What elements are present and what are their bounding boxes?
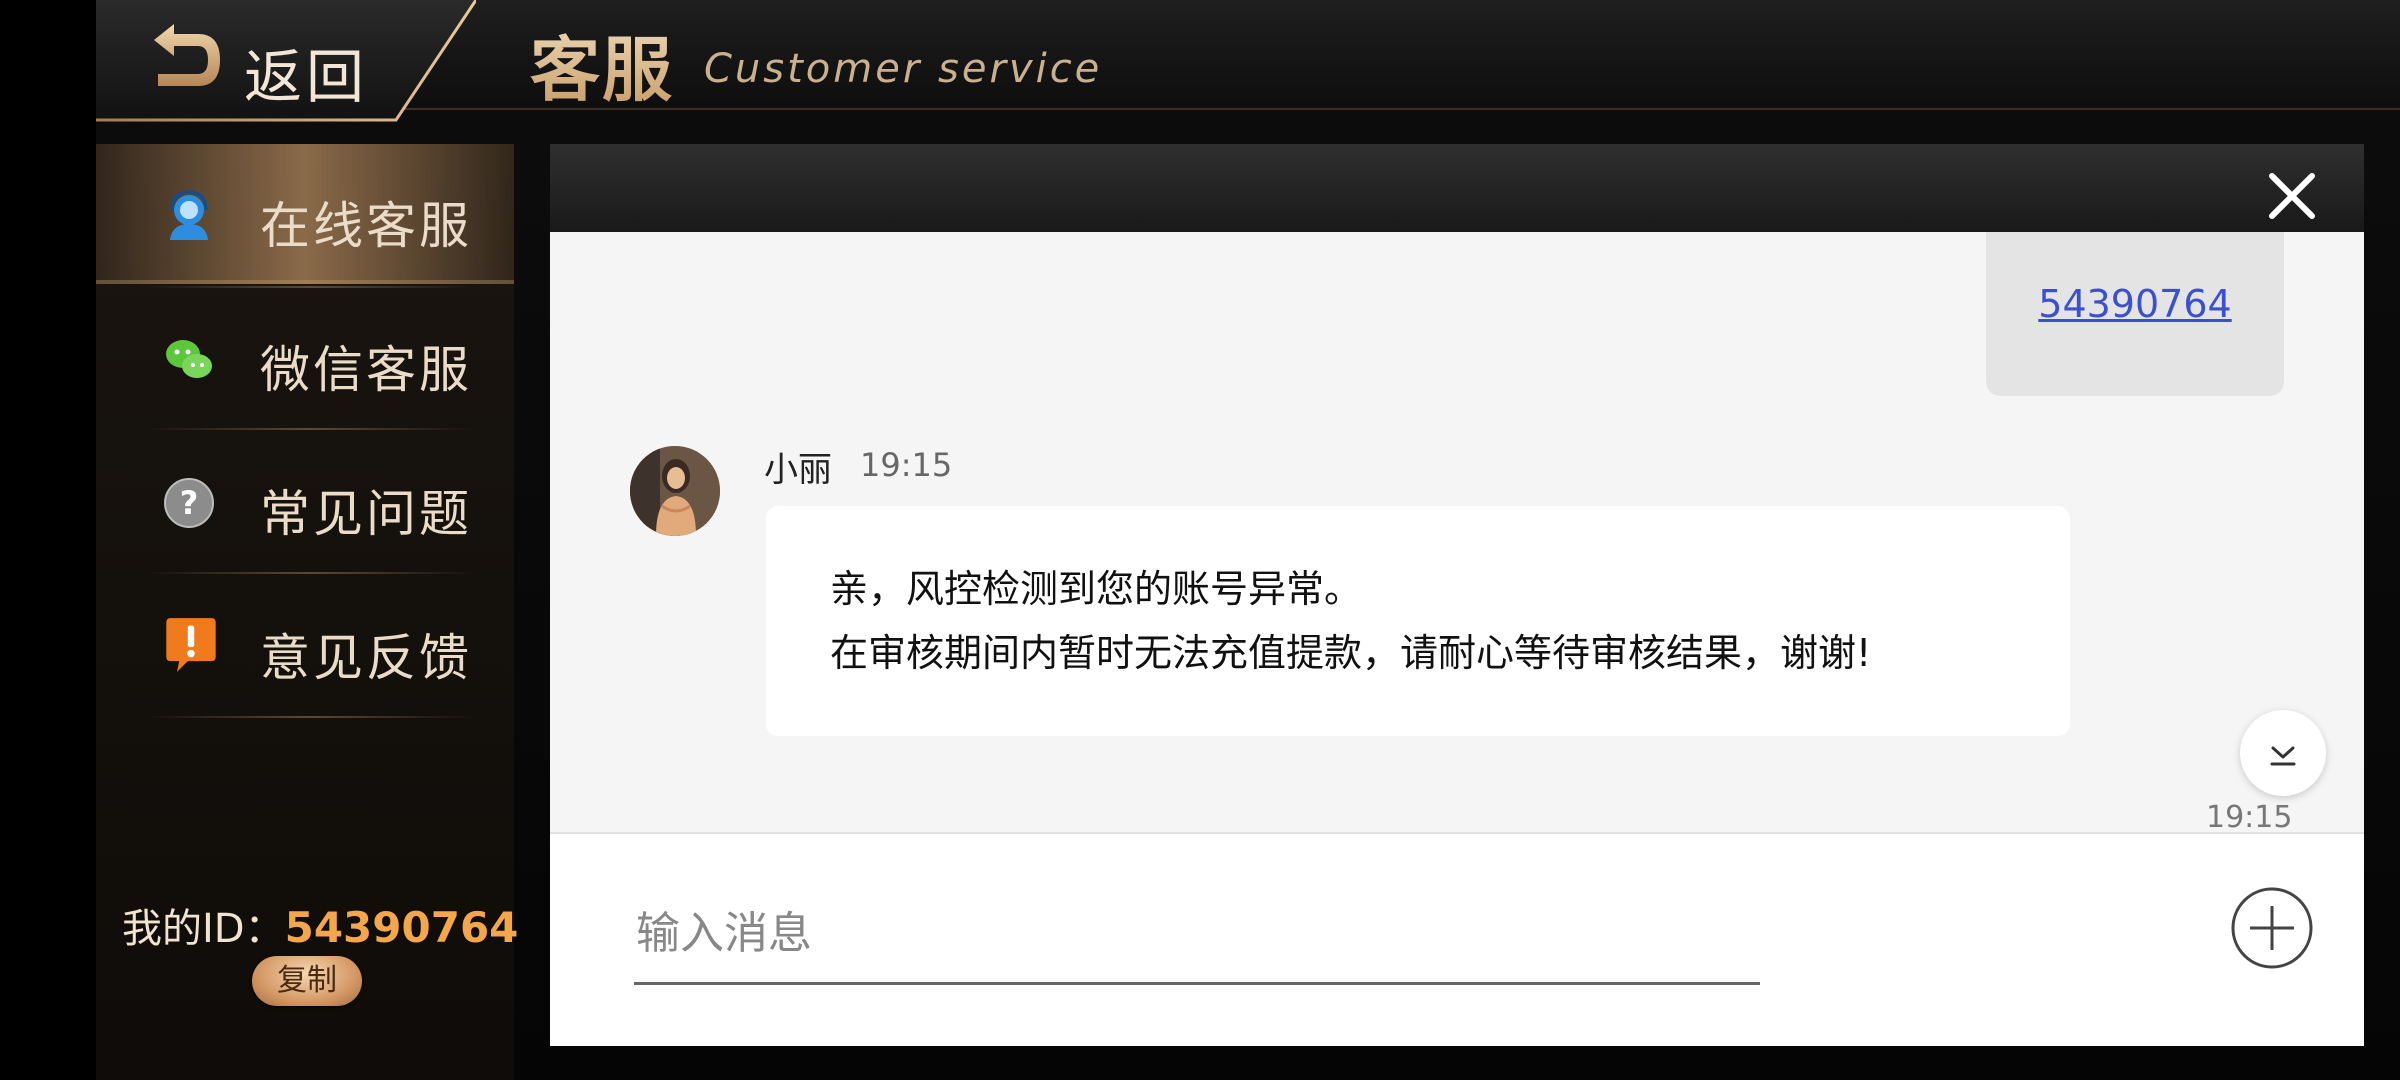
chevron-down-icon — [2270, 746, 2296, 766]
scroll-to-bottom-button[interactable] — [2240, 710, 2326, 796]
message-composer — [550, 832, 2364, 1046]
back-label: 返回 — [244, 43, 369, 111]
back-button[interactable]: 返回 — [96, 0, 476, 122]
message-line: 亲，风控检测到您的账号异常。 — [830, 567, 1363, 611]
sidebar-item-label: 常见问题 — [260, 485, 472, 543]
customer-service-screen: 返回 客服 Customer service 在线客服 微信客服 ? 常见问题 … — [96, 0, 2400, 1080]
sidebar-divider — [146, 572, 476, 574]
sidebar-item-feedback[interactable]: 意见反馈 — [96, 576, 514, 716]
copy-id-button[interactable]: 复制 — [252, 956, 362, 1006]
wechat-icon — [166, 340, 212, 378]
agent-name: 小丽 — [764, 450, 832, 490]
back-arrow-icon — [154, 24, 220, 86]
sidebar-item-label: 意见反馈 — [260, 629, 472, 687]
sidebar-divider — [146, 428, 476, 430]
my-id-label: 我的ID： — [122, 906, 285, 952]
sidebar-item-online-service[interactable]: 在线客服 — [96, 144, 514, 284]
avatar[interactable] — [630, 446, 720, 536]
feedback-icon — [166, 618, 216, 672]
page-title: 客服 — [530, 14, 674, 115]
page-subtitle: Customer service — [704, 46, 1103, 92]
sidebar-item-label: 在线客服 — [260, 197, 472, 255]
chat-panel: 54390764 小丽 19:15 亲，风控检测到您的账号异常。 在审核期间内暂… — [550, 144, 2364, 1046]
svg-text:?: ? — [180, 484, 199, 522]
close-icon[interactable] — [2266, 170, 2318, 222]
bottom-timestamp: 19:15 — [2206, 800, 2293, 832]
agent-message-bubble: 亲，风控检测到您的账号异常。 在审核期间内暂时无法充值提款，请耐心等待审核结果，… — [766, 506, 2070, 736]
agent-photo — [630, 446, 720, 536]
my-id: 我的ID：54390764 — [122, 896, 518, 954]
sidebar-item-label: 微信客服 — [260, 341, 472, 399]
header-bar: 返回 客服 Customer service — [96, 0, 2400, 122]
message-line: 在审核期间内暂时无法充值提款，请耐心等待审核结果，谢谢! — [830, 631, 1872, 675]
message-input[interactable] — [634, 884, 1760, 985]
sidebar-item-faq[interactable]: ? 常见问题 — [96, 432, 514, 572]
self-message-bubble: 54390764 — [1986, 232, 2284, 396]
message-list[interactable]: 54390764 小丽 19:15 亲，风控检测到您的账号异常。 在审核期间内暂… — [550, 232, 2364, 832]
sidebar-item-wechat-service[interactable]: 微信客服 — [96, 288, 514, 428]
question-icon: ? — [164, 478, 214, 528]
my-id-value: 54390764 — [284, 903, 519, 952]
message-time: 19:15 — [860, 446, 953, 484]
sidebar-divider — [146, 716, 476, 718]
self-message-link[interactable]: 54390764 — [1986, 282, 2284, 326]
add-attachment-icon[interactable] — [2230, 886, 2314, 970]
customer-service-icon — [170, 190, 208, 240]
chat-panel-topbar — [550, 144, 2364, 232]
